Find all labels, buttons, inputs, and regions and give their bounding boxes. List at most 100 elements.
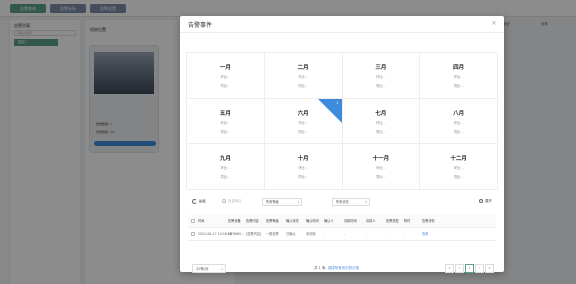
column-header: 告警详情	[422, 219, 435, 223]
month-stat-year: 同比: -	[298, 84, 308, 88]
table-cell: 一般告警	[266, 232, 279, 236]
month-name: 四月	[453, 65, 465, 71]
month-stat-ring: 环比: -	[376, 75, 386, 79]
month-stat-ring: 环比: -	[376, 120, 386, 125]
month-card[interactable]: 十二月环比: - 同比: -	[420, 144, 498, 190]
month-stat-ring: 环比: -	[298, 75, 308, 79]
select-all-checkbox[interactable]	[191, 219, 195, 223]
chevron-down-icon: ▾	[365, 200, 367, 204]
month-card[interactable]: 六月 环比: - 同比: -1	[264, 98, 343, 145]
month-stat-year: 同比: -	[220, 175, 231, 180]
month-card[interactable]: 十一月环比: - 同比: -	[342, 144, 421, 190]
column-header: 确认状态	[286, 219, 299, 223]
month-card[interactable]: 二月环比: - 同比: -	[264, 53, 343, 99]
refresh-label: 刷新	[199, 199, 206, 204]
month-stat-ring: 环比: -	[220, 120, 231, 125]
month-name: 七月	[375, 110, 387, 117]
month-stat-year: 同比: -	[298, 129, 308, 134]
alarm-badge-count: 1	[336, 100, 339, 105]
batch-confirm-button[interactable]: 批量确认	[222, 199, 242, 204]
column-header: 附件	[404, 219, 411, 223]
chevron-down-icon: ▾	[297, 200, 299, 204]
table-row[interactable]: 2022-06-17 10:06:26 CJF6660... [告警内容] 一般告警 已…	[188, 228, 496, 241]
column-header: 时间	[198, 219, 205, 223]
expand-label: 展开	[485, 199, 492, 203]
month-name: 二月	[297, 65, 309, 71]
page-nav-button[interactable]: «	[445, 264, 454, 273]
month-stat-ring: 环比: -	[298, 166, 308, 171]
month-stat-year: 同比: -	[453, 175, 464, 180]
close-icon[interactable]: ×	[490, 19, 498, 27]
table-footer: 20条/页 ▾ 共 1 条, 选择所有页中的记录 «‹ 1 ›»	[180, 264, 504, 276]
column-header: 告警设备	[228, 219, 241, 223]
month-card[interactable]: 三月环比: - 同比: -	[342, 53, 421, 99]
batch-confirm-label: 批量确认	[228, 199, 242, 203]
month-card[interactable]: 八月 环比: - 同比: -	[420, 98, 498, 145]
month-card[interactable]: 一月环比: - 同比: -	[187, 53, 265, 99]
page-nav-button[interactable]: »	[485, 264, 494, 273]
refresh-button[interactable]: 刷新	[192, 199, 206, 205]
table-cell: 未清除	[306, 232, 316, 236]
table-cell: 2022-06-17 10:06:26	[198, 232, 232, 236]
page-size-select[interactable]: 20条/页 ▾	[192, 264, 226, 273]
month-name: 十一月	[372, 156, 390, 163]
level-filter-value: 所有等级	[266, 200, 279, 204]
table-cell: -	[404, 232, 406, 236]
month-name: 三月	[375, 65, 387, 71]
month-stat-ring: 环比: -	[453, 120, 464, 125]
pagination: «‹ 1 ›»	[445, 264, 494, 273]
page-size-value: 20条/页	[196, 267, 209, 271]
total-summary: 共 1 条, 选择所有页中的记录	[314, 266, 360, 270]
month-name: 一月	[219, 65, 231, 71]
alarm-event-dialog: 告警事件 × 一月环比: - 同比: - 二月环比: - 同比: - 三月环比: - 同比…	[180, 16, 504, 273]
confirm-icon	[222, 199, 226, 203]
month-card[interactable]: 四月环比: - 同比: -	[420, 53, 498, 99]
month-stat-year: 同比: -	[376, 129, 386, 134]
table-cell: -	[324, 232, 326, 236]
month-stat-year: 同比: -	[376, 84, 386, 88]
month-stat-ring: 环比: -	[220, 75, 231, 79]
month-card[interactable]: 九月环比: - 同比: -	[187, 144, 265, 190]
month-stat-year: 同比: -	[220, 84, 231, 88]
month-stat-ring: 环比: -	[376, 166, 386, 171]
table-cell: -	[366, 232, 368, 236]
column-header: 清除时间	[344, 219, 357, 223]
page-nav-button[interactable]: ‹	[455, 264, 464, 273]
month-card[interactable]: 十月环比: - 同比: -	[264, 144, 343, 190]
page-nav-button[interactable]: ›	[475, 264, 484, 273]
column-header: 确认人	[324, 219, 334, 223]
month-stat-year: 同比: -	[376, 175, 386, 180]
month-name: 五月	[219, 110, 231, 117]
table-cell: CJF6660...	[228, 232, 245, 236]
select-all-pages-link[interactable]: 选择所有页中的记录	[328, 266, 360, 270]
row-checkbox[interactable]	[191, 232, 195, 236]
table-cell: [告警内容]	[246, 232, 262, 236]
refresh-icon	[192, 199, 197, 204]
month-name: 十二月	[450, 156, 467, 163]
month-stat-year: 同比: -	[298, 175, 308, 180]
status-filter-value: 所有状态	[336, 200, 349, 204]
table-header-row: 时间 告警设备 告警内容 告警等级 确认状态 确认时间 确认人 清除时间 清除人 告警类型 附件 告警…	[188, 215, 496, 228]
column-header: 清除人	[366, 219, 376, 223]
month-name: 九月	[219, 156, 231, 163]
alarm-table: 时间 告警设备 告警内容 告警等级 确认状态 确认时间 确认人 清除时间 清除人 告警类型 附件 告警…	[188, 215, 496, 241]
view-detail-link[interactable]: 查看	[422, 228, 428, 241]
user-icon	[479, 199, 483, 203]
column-header: 确认时间	[306, 219, 319, 223]
month-card[interactable]: 七月环比: - 同比: -	[342, 98, 421, 145]
month-stat-year: 同比: -	[453, 84, 464, 88]
status-filter-select[interactable]: 所有状态 ▾	[332, 198, 370, 206]
month-stat-ring: 环比: -	[220, 166, 231, 171]
column-header: 告警类型	[386, 219, 399, 223]
month-stat-year: 同比: -	[220, 129, 231, 134]
month-grid: 一月 环比: - 同比: - 二月 环比: - 同比: - 三月 环比: - 同比: - 四月 环比…	[186, 52, 498, 190]
page-number-current[interactable]: 1	[465, 264, 474, 273]
level-filter-select[interactable]: 所有等级 ▾	[262, 198, 302, 206]
month-stat-ring: 环比: -	[453, 75, 464, 79]
table-toolbar: 刷新 批量确认 所有等级 ▾ 所有状态 ▾ 展开	[186, 198, 498, 208]
month-stat-ring: 环比: -	[453, 166, 464, 171]
month-name: 十月	[297, 156, 309, 163]
dialog-title: 告警事件	[188, 22, 213, 29]
month-card[interactable]: 五月环比: - 同比: -	[187, 98, 265, 145]
expand-button[interactable]: 展开	[479, 199, 492, 204]
